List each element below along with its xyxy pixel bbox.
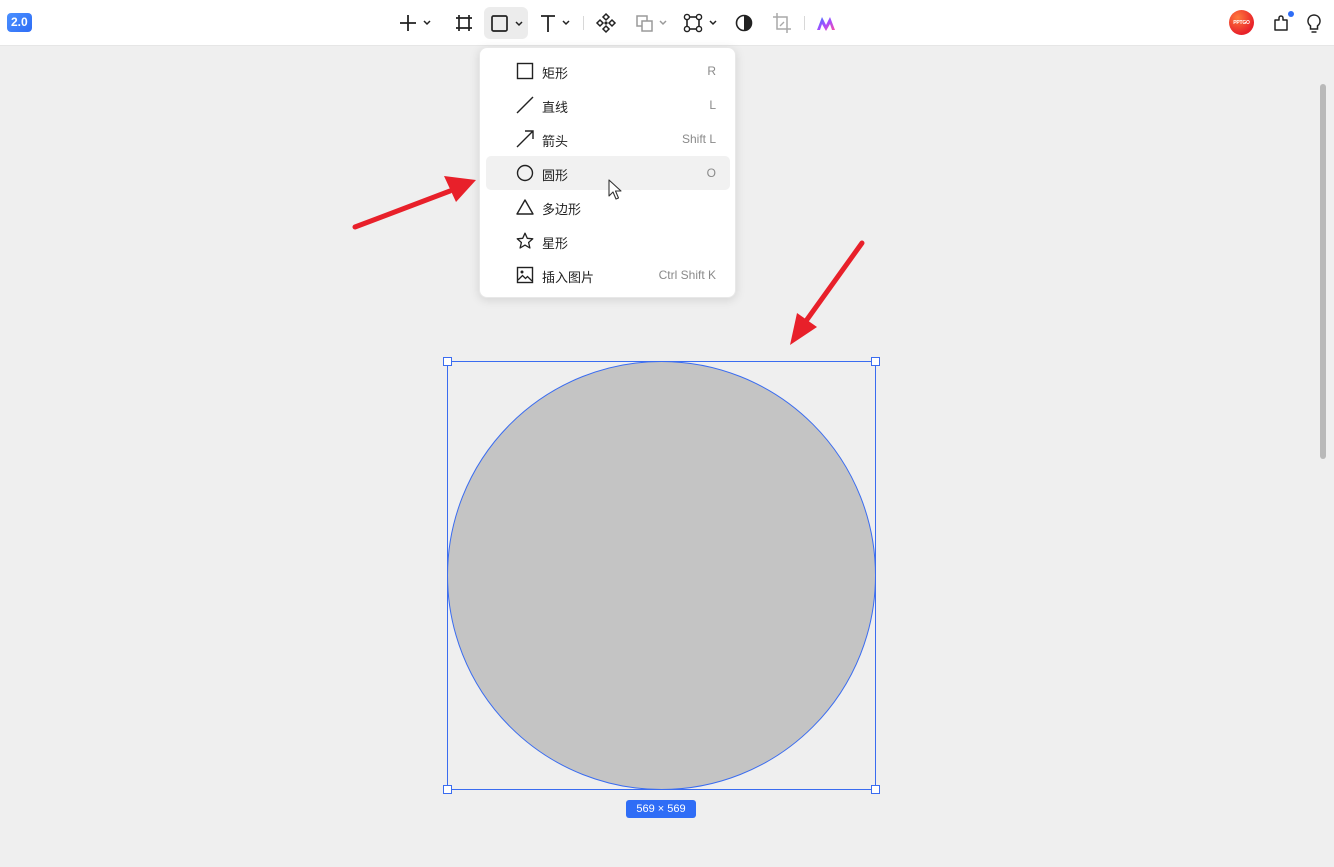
toolbar-divider — [804, 16, 805, 30]
path-icon — [683, 13, 703, 33]
frame-tool-button[interactable] — [450, 7, 478, 39]
triangle-icon — [516, 199, 534, 215]
menu-item-rectangle[interactable]: 矩形 R — [486, 54, 730, 88]
path-tool-button[interactable] — [681, 7, 721, 39]
menu-item-label: 星形 — [542, 237, 569, 252]
rectangle-icon — [491, 15, 508, 32]
component-tool-button[interactable] — [592, 7, 620, 39]
crop-icon — [773, 13, 791, 33]
resize-handle-top-left[interactable] — [443, 357, 452, 366]
notification-dot — [1288, 11, 1294, 17]
menu-item-label: 插入图片 — [542, 271, 595, 286]
text-tool-button[interactable] — [536, 7, 576, 39]
menu-item-label: 矩形 — [542, 67, 569, 82]
resize-handle-bottom-right[interactable] — [871, 785, 880, 794]
line-icon — [516, 96, 534, 114]
text-icon — [541, 15, 555, 32]
chevron-down-icon — [562, 20, 570, 26]
size-badge: 569 × 569 — [626, 800, 696, 818]
menu-item-label: 多边形 — [542, 203, 582, 218]
avatar[interactable]: PPTGO — [1229, 10, 1254, 35]
top-toolbar: 2.0 PPTGO — [0, 0, 1334, 46]
chevron-down-icon — [423, 20, 431, 26]
menu-item-shortcut: L — [709, 98, 716, 112]
chevron-down-icon — [659, 20, 667, 26]
menu-item-label: 箭头 — [542, 135, 569, 150]
ai-logo-icon — [817, 17, 835, 31]
crop-tool-button[interactable] — [768, 7, 796, 39]
component-icon — [595, 12, 617, 34]
menu-item-star[interactable]: 星形 — [486, 224, 730, 258]
menu-item-label: 圆形 — [542, 169, 569, 184]
chevron-down-icon — [709, 20, 717, 26]
mouse-cursor-icon — [608, 179, 622, 200]
resize-handle-top-right[interactable] — [871, 357, 880, 366]
shape-tool-button[interactable] — [484, 7, 528, 39]
mask-icon — [735, 14, 753, 32]
tips-button[interactable] — [1302, 7, 1326, 39]
menu-item-line[interactable]: 直线 L — [486, 88, 730, 122]
circle-icon — [516, 164, 534, 182]
menu-item-shortcut: R — [707, 64, 716, 78]
selection-box — [447, 361, 876, 790]
vertical-scrollbar[interactable] — [1320, 84, 1326, 459]
chevron-down-icon — [515, 21, 523, 27]
add-tool-button[interactable] — [396, 7, 434, 39]
menu-item-arrow[interactable]: 箭头 Shift L — [486, 122, 730, 156]
toolbar-divider — [583, 16, 584, 30]
plus-icon — [400, 15, 416, 31]
boolean-tool-button[interactable] — [630, 7, 672, 39]
boolean-icon — [636, 15, 653, 32]
image-icon — [516, 266, 534, 284]
mask-tool-button[interactable] — [730, 7, 758, 39]
annotation-arrow-icon — [790, 240, 865, 345]
lightbulb-icon — [1307, 14, 1321, 33]
resize-handle-bottom-left[interactable] — [443, 785, 452, 794]
frame-icon — [456, 15, 472, 31]
shape-menu: 矩形 R 直线 L 箭头 Shift L 圆形 O 多边形 星形 插入图片 Ct… — [479, 47, 736, 298]
menu-item-insert-image[interactable]: 插入图片 Ctrl Shift K — [486, 258, 730, 292]
menu-item-shortcut: O — [706, 166, 716, 180]
arrow-icon — [516, 130, 534, 148]
version-badge[interactable]: 2.0 — [7, 13, 32, 32]
annotation-arrow-icon — [352, 176, 476, 230]
menu-item-label: 直线 — [542, 101, 569, 116]
star-icon — [516, 232, 534, 249]
menu-item-shortcut: Ctrl Shift K — [658, 268, 716, 282]
rectangle-icon — [516, 62, 534, 80]
ai-assistant-button[interactable] — [812, 7, 840, 39]
menu-item-shortcut: Shift L — [681, 132, 716, 146]
